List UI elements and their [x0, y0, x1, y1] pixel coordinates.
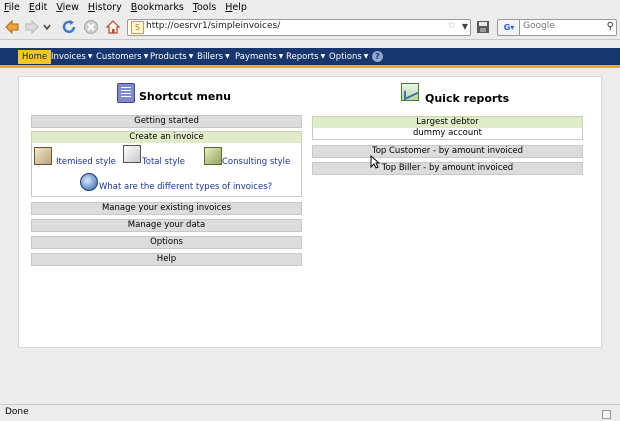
top-biller-button[interactable]: Top Biller - by amount invoiced: [312, 162, 583, 175]
consulting-style-link[interactable]: Consulting style: [222, 157, 290, 167]
menu-label: elp: [232, 2, 247, 13]
chevron-down-icon[interactable]: [41, 18, 53, 36]
quick-reports-title: Quick reports: [425, 92, 510, 105]
tab-payments[interactable]: Payments ▼: [235, 50, 283, 64]
site-favicon-icon: S: [131, 21, 144, 34]
save-page-icon[interactable]: [475, 18, 491, 36]
status-bar: Done: [0, 404, 620, 421]
menu-label: ools: [197, 2, 217, 13]
manage-data-button[interactable]: Manage your data: [31, 219, 302, 232]
manage-invoices-button[interactable]: Manage your existing invoices: [31, 202, 302, 215]
menu-view[interactable]: View: [52, 0, 84, 15]
forward-arrow-icon[interactable]: [23, 18, 41, 36]
url-dropdown-icon[interactable]: ▼: [462, 22, 468, 31]
menu-label: ile: [8, 2, 20, 13]
menu-file[interactable]: File: [0, 0, 25, 15]
menubar: File Edit View History Bookmarks Tools Help: [0, 0, 620, 15]
url-text: http://oesrvr1/simpleinvoices/: [146, 21, 281, 31]
address-bar[interactable]: S http://oesrvr1/simpleinvoices/ ☆ ▼: [127, 19, 471, 36]
itemised-invoice-icon[interactable]: [34, 147, 52, 165]
stop-icon[interactable]: [82, 18, 100, 36]
total-invoice-icon[interactable]: [123, 145, 141, 163]
back-arrow-icon[interactable]: [3, 18, 21, 36]
tab-options[interactable]: Options ▼: [329, 50, 368, 64]
itemised-style-link[interactable]: Itemised style: [56, 157, 116, 167]
options-button[interactable]: Options: [31, 236, 302, 249]
help-icon[interactable]: ?: [372, 51, 383, 62]
menu-help[interactable]: Help: [221, 0, 252, 15]
resize-grip-icon[interactable]: [602, 410, 611, 419]
navigation-toolbar: S http://oesrvr1/simpleinvoices/ ☆ ▼ G▾ …: [0, 15, 620, 40]
tab-home[interactable]: Home: [18, 50, 52, 64]
help-circle-icon[interactable]: [80, 173, 98, 191]
tab-products[interactable]: Products ▼: [150, 50, 193, 64]
menu-label: dit: [34, 2, 48, 13]
menu-edit[interactable]: Edit: [25, 0, 52, 15]
help-button[interactable]: Help: [31, 253, 302, 266]
quick-reports-header: Quick reports: [401, 83, 521, 105]
largest-debtor-value: dummy account: [312, 128, 583, 140]
tab-billers[interactable]: Billers ▼: [197, 50, 230, 64]
shortcut-menu-header: Shortcut menu: [117, 83, 247, 105]
shortcut-menu-icon: [117, 83, 135, 103]
home-panel: Shortcut menu Getting started Create an …: [18, 76, 602, 348]
menu-tools[interactable]: Tools: [189, 0, 221, 15]
tab-customers[interactable]: Customers ▼: [96, 50, 148, 64]
menu-history[interactable]: History: [84, 0, 127, 15]
menu-label: ookmarks: [137, 2, 184, 13]
main-nav-bar: Home Invoices ▼ Customers ▼ Products ▼ Bill…: [0, 48, 620, 68]
create-invoice-box: Itemised style Total style Consulting st…: [31, 143, 302, 197]
menu-label: iew: [62, 2, 79, 13]
search-engine-selector[interactable]: G▾: [497, 19, 520, 36]
status-text: Done: [5, 407, 29, 417]
menu-label: istory: [95, 2, 122, 13]
tab-invoices[interactable]: Invoices ▼: [51, 50, 92, 64]
consulting-invoice-icon[interactable]: [204, 147, 222, 165]
menu-bookmarks[interactable]: Bookmarks: [127, 0, 189, 15]
top-customer-button[interactable]: Top Customer - by amount invoiced: [312, 145, 583, 158]
bookmark-star-icon[interactable]: ☆: [447, 20, 456, 31]
shortcut-menu-title: Shortcut menu: [139, 90, 232, 103]
search-box[interactable]: ⚲: [519, 19, 617, 36]
chart-icon: [401, 83, 419, 101]
app-header: Home Invoices ▼ Customers ▼ Products ▼ Bill…: [0, 40, 620, 68]
page-content: Home Invoices ▼ Customers ▼ Products ▼ Bill…: [0, 40, 620, 404]
getting-started-button[interactable]: Getting started: [31, 115, 302, 128]
search-input[interactable]: [523, 21, 603, 31]
invoice-types-link[interactable]: What are the different types of invoices…: [99, 182, 272, 192]
total-style-link[interactable]: Total style: [142, 157, 185, 167]
menu-accesskey: H: [87, 2, 96, 13]
reload-icon[interactable]: [60, 18, 78, 36]
tab-reports[interactable]: Reports ▼: [286, 50, 325, 64]
search-icon[interactable]: ⚲: [607, 21, 614, 32]
home-icon[interactable]: [104, 18, 122, 36]
